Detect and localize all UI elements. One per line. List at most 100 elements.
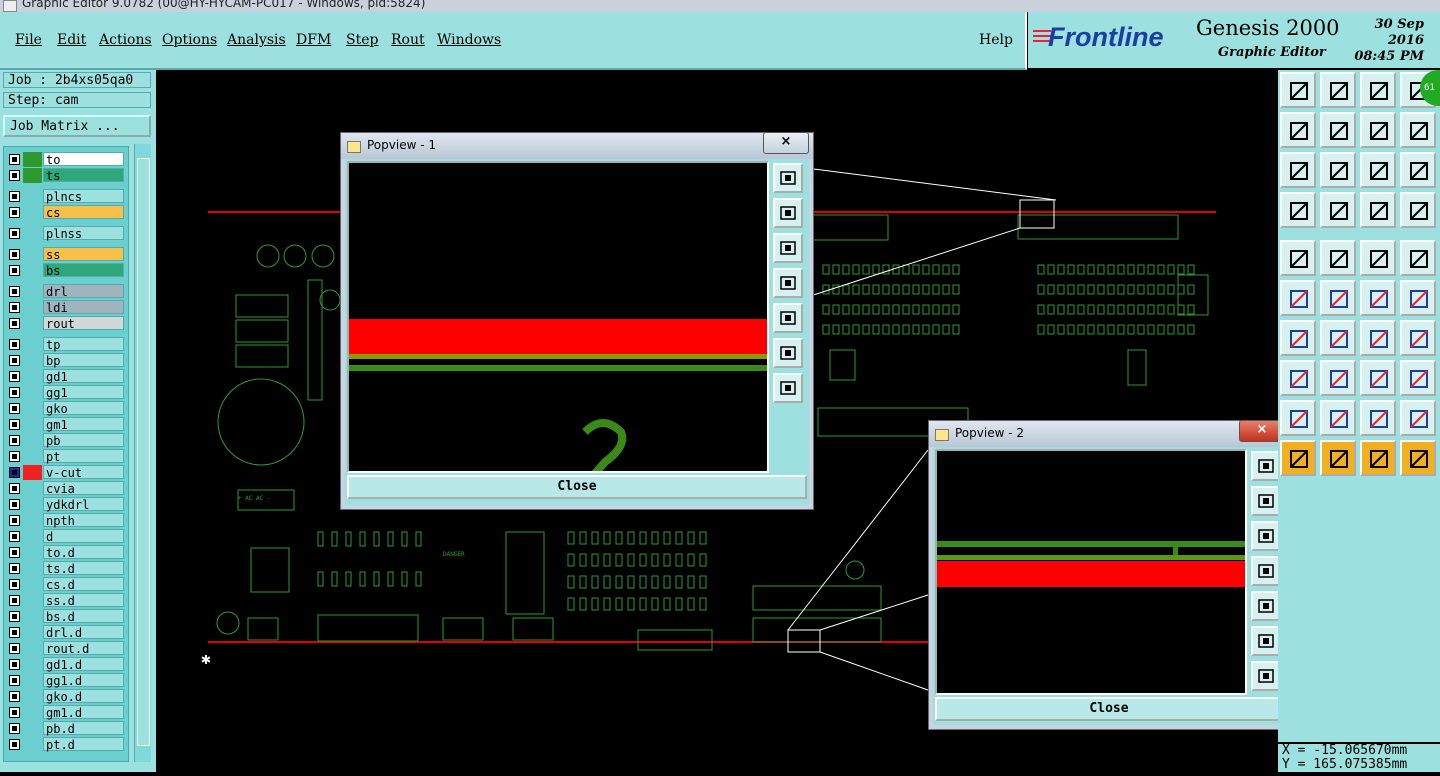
zoom-in-icon[interactable]	[773, 373, 803, 403]
menu-file[interactable]: File	[15, 32, 42, 48]
zoom-out-icon[interactable]	[1251, 626, 1281, 656]
layer-color-swatch[interactable]	[23, 168, 42, 183]
layer-checkbox[interactable]	[9, 739, 20, 750]
flip-icon[interactable]	[1400, 320, 1436, 356]
layer-name[interactable]: gg1.d	[43, 673, 124, 688]
pan-down-icon[interactable]	[1251, 521, 1281, 551]
layer-name[interactable]: rout	[43, 316, 124, 331]
layer-color-swatch[interactable]	[23, 705, 42, 720]
layer-color-swatch[interactable]	[23, 247, 42, 262]
layer-name[interactable]: d	[43, 529, 124, 544]
layer-checkbox[interactable]	[9, 403, 20, 414]
layer-name[interactable]: bp	[43, 353, 124, 368]
zoom-in-icon[interactable]	[1251, 661, 1281, 691]
undo-icon[interactable]	[1360, 320, 1396, 356]
popview-1-titlebar[interactable]: Popview - 1	[341, 133, 813, 159]
layer-color-swatch[interactable]	[23, 263, 42, 278]
layer-row-cvia[interactable]: cvia	[6, 481, 126, 496]
connect-icon[interactable]	[1280, 280, 1316, 316]
cursor-net-icon[interactable]	[1360, 440, 1396, 476]
layer-name[interactable]: gko	[43, 401, 124, 416]
layer-color-swatch[interactable]	[23, 189, 42, 204]
layer-name[interactable]: ts	[43, 168, 124, 183]
mirror-icon[interactable]	[1360, 112, 1396, 148]
layer-row-ts[interactable]: ts	[6, 168, 126, 183]
layer-row-pt.d[interactable]: pt.d	[6, 737, 126, 752]
select-icon[interactable]	[1280, 240, 1316, 276]
layer-color-swatch[interactable]	[23, 337, 42, 352]
menu-edit[interactable]: Edit	[57, 32, 86, 48]
layer-row-gko[interactable]: gko	[6, 401, 126, 416]
layer-name[interactable]: gm1	[43, 417, 124, 432]
layer-row-to[interactable]: to	[6, 152, 126, 167]
menu-help[interactable]: Help	[979, 32, 1013, 48]
fit-all-icon[interactable]	[1280, 152, 1316, 188]
layer-checkbox[interactable]	[9, 265, 20, 276]
layer-name[interactable]: ss.d	[43, 593, 124, 608]
center-icon[interactable]	[1320, 152, 1356, 188]
layer-color-swatch[interactable]	[23, 593, 42, 608]
layer-checkbox[interactable]	[9, 579, 20, 590]
layer-name[interactable]: to.d	[43, 545, 124, 560]
popview-2-titlebar[interactable]: Popview - 2	[929, 421, 1289, 447]
menu-step[interactable]: Step	[346, 32, 378, 48]
zoom-fit-icon[interactable]	[773, 163, 803, 193]
layer-checkbox[interactable]	[9, 467, 20, 478]
grid-icon[interactable]	[1320, 192, 1356, 228]
layer-row-drl[interactable]: drl	[6, 284, 126, 299]
layer-checkbox[interactable]	[9, 723, 20, 734]
layer-row-npth[interactable]: npth	[6, 513, 126, 528]
layer-name[interactable]: plncs	[43, 189, 124, 204]
layer-name[interactable]: pt.d	[43, 737, 124, 752]
zoom-out-icon[interactable]	[773, 338, 803, 368]
layer-color-swatch[interactable]	[23, 152, 42, 167]
layer-name[interactable]: ts.d	[43, 561, 124, 576]
layer-name[interactable]: to	[43, 152, 124, 167]
layer-row-gd1.d[interactable]: gd1.d	[6, 657, 126, 672]
help-icon[interactable]	[1400, 152, 1436, 188]
layer-color-swatch[interactable]	[23, 529, 42, 544]
layer-checkbox[interactable]	[9, 627, 20, 638]
layer-color-swatch[interactable]	[23, 737, 42, 752]
layer-color-swatch[interactable]	[23, 689, 42, 704]
layer-name[interactable]: rout.d	[43, 641, 124, 656]
layer-row-to.d[interactable]: to.d	[6, 545, 126, 560]
dash-icon[interactable]	[1320, 360, 1356, 396]
layer-checkbox[interactable]	[9, 563, 20, 574]
layer-checkbox[interactable]	[9, 207, 20, 218]
ruler-icon[interactable]	[1360, 240, 1396, 276]
layer-name[interactable]: bs.d	[43, 609, 124, 624]
layer-row-pt[interactable]: pt	[6, 449, 126, 464]
layer-row-cs.d[interactable]: cs.d	[6, 577, 126, 592]
layer-checkbox[interactable]	[9, 228, 20, 239]
popview-2-viewport[interactable]	[935, 449, 1247, 695]
layer-name[interactable]: npth	[43, 513, 124, 528]
triangle-icon[interactable]	[1280, 400, 1316, 436]
zoom-window-icon[interactable]	[1320, 72, 1356, 108]
layer-name[interactable]: pt	[43, 449, 124, 464]
layer-name[interactable]: cs.d	[43, 577, 124, 592]
layer-checkbox[interactable]	[9, 675, 20, 686]
layer-checkbox[interactable]	[9, 170, 20, 181]
layer-color-swatch[interactable]	[23, 465, 42, 480]
layer-checkbox[interactable]	[9, 659, 20, 670]
layer-row-bp[interactable]: bp	[6, 353, 126, 368]
layer-color-swatch[interactable]	[23, 226, 42, 241]
layer-checkbox[interactable]	[9, 191, 20, 202]
cursor-select-icon[interactable]	[1320, 440, 1356, 476]
layer-color-swatch[interactable]	[23, 577, 42, 592]
layer-name[interactable]: gko.d	[43, 689, 124, 704]
draw-icon[interactable]	[1320, 240, 1356, 276]
cursor-icon[interactable]	[1280, 440, 1316, 476]
layer-checkbox[interactable]	[9, 249, 20, 260]
layer-row-gg1[interactable]: gg1	[6, 385, 126, 400]
layer-checkbox[interactable]	[9, 371, 20, 382]
pan-left-icon[interactable]	[1251, 556, 1281, 586]
pan-right-icon[interactable]	[1251, 591, 1281, 621]
scale-icon[interactable]	[1360, 152, 1396, 188]
layer-color-swatch[interactable]	[23, 513, 42, 528]
layer-color-swatch[interactable]	[23, 545, 42, 560]
layer-checkbox[interactable]	[9, 355, 20, 366]
layer-checkbox[interactable]	[9, 643, 20, 654]
arrow-up-icon[interactable]	[1320, 400, 1356, 436]
